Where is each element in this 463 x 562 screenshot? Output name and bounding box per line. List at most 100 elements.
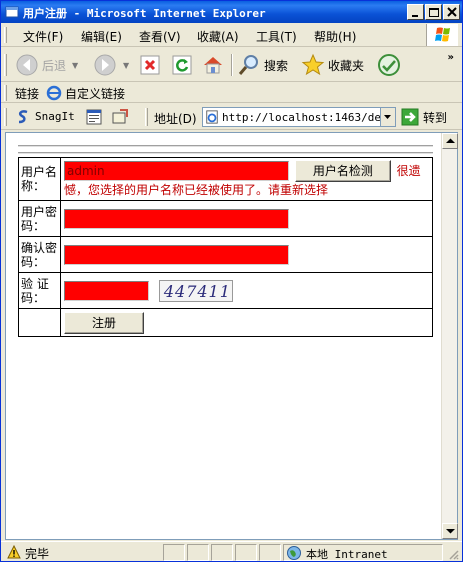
address-grip[interactable] [145,108,148,126]
home-icon [204,57,222,74]
confirm-password-row: 确认密码： [18,236,433,273]
go-arrow-icon [401,108,419,126]
back-label: 后退 [42,58,67,73]
close-button[interactable] [443,4,460,20]
home-button[interactable] [201,53,225,77]
register-button[interactable]: 注册 [64,311,144,334]
snagit-grip[interactable] [4,108,7,126]
search-label: 搜索 [264,58,289,73]
status-panel [211,544,233,561]
address-input[interactable]: http://localhost:1463/deng [202,107,396,127]
refresh-button[interactable] [171,53,193,77]
menu-file[interactable]: 文件(F) [23,28,63,45]
username-error-lead: 很遗 [396,163,421,178]
search-button[interactable]: 搜索 [237,53,288,77]
minimize-button[interactable] [407,4,424,20]
snagit-window-icon[interactable] [85,108,103,126]
zone-panel: 本地 Intranet [283,544,443,561]
username-label: 用户名称： [18,157,61,201]
password-input[interactable] [64,208,289,229]
address-dropdown[interactable] [380,108,395,126]
forward-dropdown-icon[interactable]: ▼ [123,61,129,70]
status-panel [187,544,209,561]
maximize-button[interactable] [425,4,442,20]
check-username-button[interactable]: 用户名检测 [294,160,391,182]
chevron-up-icon [446,138,455,143]
forward-arrow-icon [94,54,116,76]
snagit-icon [18,110,28,124]
toolbar-more-chevron[interactable]: » [448,52,454,63]
go-button[interactable]: 转到 [401,107,447,127]
status-panel [163,544,185,561]
ie-page-icon [46,85,62,101]
status-text: 完毕 [25,547,50,561]
window-title: 用户注册 - Microsoft Internet Explorer [23,7,266,20]
captcha-image[interactable]: 447411 [158,279,233,302]
zone-text: 本地 Intranet [306,548,388,561]
toolbar-grip[interactable] [4,54,7,76]
warning-icon [7,545,21,559]
back-dropdown-icon[interactable]: ▼ [72,61,78,70]
menu-view[interactable]: 查看(V) [139,28,181,45]
menu-bar: 文件(F) 编辑(E) 查看(V) 收藏(A) 工具(T) 帮助(H) [1,23,462,47]
captcha-input[interactable] [64,280,149,301]
back-arrow-icon [16,54,38,76]
horizontal-rule [18,152,433,154]
standard-toolbar: 后退 ▼ ▼ 搜索 收藏夹 » [1,48,462,82]
captcha-code: 447411 [163,281,231,301]
refresh-icon [172,55,192,75]
scroll-down-button[interactable] [442,523,458,539]
stop-icon [140,55,160,75]
vertical-scrollbar[interactable] [441,133,458,539]
forward-button[interactable]: ▼ [93,53,129,77]
media-button[interactable] [377,53,401,77]
windows-flag-icon [435,27,450,42]
favorites-label: 收藏夹 [328,58,365,73]
page-content: 用户名称： admin 用户名检测 很遗 憾，您选择的用户名称已经被使用了。请重… [5,132,458,540]
search-icon [238,55,258,75]
address-toolbar: SnagIt 地址(D) http://localhost:1463/deng [1,104,462,130]
username-row: 用户名称： admin 用户名检测 很遗 憾，您选择的用户名称已经被使用了。请重… [18,157,433,201]
confirm-password-label: 确认密码： [18,236,61,273]
status-panel [235,544,257,561]
menu-edit[interactable]: 编辑(E) [81,28,122,45]
address-label: 地址(D) [154,112,197,126]
favorites-button[interactable]: 收藏夹 [301,53,364,77]
back-button[interactable]: 后退 ▼ [15,53,78,77]
chevron-down-icon [446,529,455,534]
media-player-icon [378,54,400,76]
intranet-globe-icon [287,546,301,560]
toolbar-separator [231,54,233,76]
ie-icon [5,6,19,18]
captcha-row: 验 证码： 447411 [18,272,433,309]
registration-form: 用户名称： admin 用户名检测 很遗 憾，您选择的用户名称已经被使用了。请重… [18,157,433,337]
menu-favorites[interactable]: 收藏(A) [197,28,239,45]
snagit-capture-icon[interactable] [111,108,129,126]
ie-window: 用户注册 - Microsoft Internet Explorer 文件(F)… [0,0,463,562]
menu-tools[interactable]: 工具(T) [256,28,297,45]
scroll-up-button[interactable] [442,133,458,149]
username-input[interactable]: admin [64,161,289,181]
password-row: 用户密码： [18,200,433,237]
menu-grip[interactable] [4,27,7,43]
username-error-message: 憾，您选择的用户名称已经被使用了。请重新选择 [64,183,329,197]
password-label: 用户密码： [18,200,61,237]
close-icon [447,7,457,17]
star-icon [301,53,325,76]
minimize-icon [412,15,418,17]
links-grip[interactable] [4,85,7,101]
address-url: http://localhost:1463/deng [222,110,395,124]
custom-links-item[interactable]: 自定义链接 [65,85,125,102]
page-icon [206,110,218,124]
captcha-label: 验 证码： [18,272,61,309]
stop-button[interactable] [139,53,161,77]
links-bar: 链接 自定义链接 [1,83,462,103]
confirm-password-input[interactable] [64,244,289,265]
windows-logo [426,24,458,46]
maximize-icon [429,8,439,17]
empty-cell [18,308,61,337]
menu-help[interactable]: 帮助(H) [314,28,356,45]
snagit-label[interactable]: SnagIt [35,110,75,123]
title-bar[interactable]: 用户注册 - Microsoft Internet Explorer [1,1,462,23]
resize-grip-icon[interactable] [447,548,459,560]
